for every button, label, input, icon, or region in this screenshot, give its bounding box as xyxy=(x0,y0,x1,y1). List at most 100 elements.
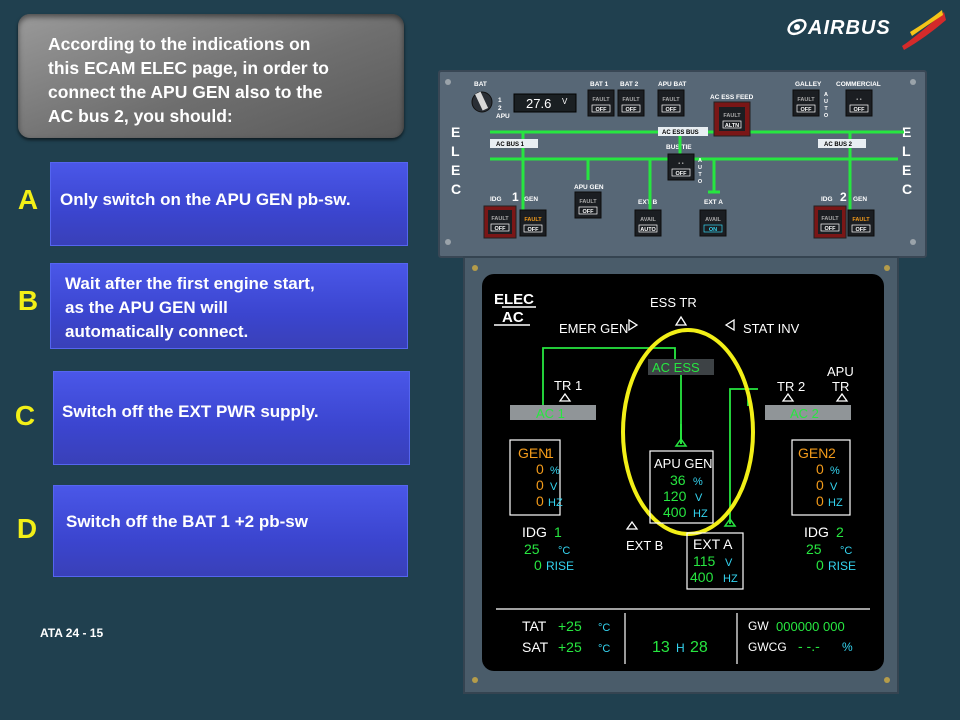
svg-text:OFF: OFF xyxy=(495,226,507,232)
answer-letter-d: D xyxy=(16,513,38,544)
bat-sel-2: 2 xyxy=(498,105,502,112)
panel-side-letter: L xyxy=(451,143,460,159)
answer-c-text: Switch off the EXT PWR supply. xyxy=(62,402,319,421)
gen1-label: GEN xyxy=(524,196,538,203)
gen2-pushbutton[interactable]: FAULT OFF xyxy=(847,209,875,237)
ext-a-label: EXT A xyxy=(704,199,723,206)
answer-a-button[interactable]: Only switch on the APU GEN pb-sw. xyxy=(50,162,408,246)
answer-c-button[interactable]: Switch off the EXT PWR supply. xyxy=(53,371,410,465)
question-line: AC bus 2, you should: xyxy=(48,106,233,126)
question-box: According to the indications on this ECA… xyxy=(18,14,404,138)
panel-side-letter: E xyxy=(451,162,460,178)
svg-text:OFF: OFF xyxy=(666,107,678,113)
panel-side-letter: C xyxy=(902,181,912,197)
svg-text:FAULT: FAULT xyxy=(524,217,542,223)
svg-text:ALTN: ALTN xyxy=(725,123,739,129)
svg-text:U: U xyxy=(698,165,702,171)
svg-text:FAULT: FAULT xyxy=(662,97,680,103)
svg-text:FAULT: FAULT xyxy=(592,97,610,103)
idg2-pushbutton[interactable]: FAULT OFF xyxy=(813,205,847,239)
ext-a-pushbutton[interactable]: AVAIL ON xyxy=(699,209,727,237)
svg-text:OFF: OFF xyxy=(626,107,638,113)
brand-name: AIRBUS xyxy=(808,17,891,39)
galley-label: GALLEY xyxy=(795,81,822,88)
svg-text:ON: ON xyxy=(709,227,717,233)
gen1-pushbutton[interactable]: FAULT OFF xyxy=(519,209,547,237)
svg-text:T: T xyxy=(824,106,828,112)
ac-bus1-label: AC BUS 1 xyxy=(496,142,525,148)
eng2-number: 2 xyxy=(840,190,847,204)
question-line: this ECAM ELEC page, in order to xyxy=(48,58,329,78)
bat1-pushbutton[interactable]: FAULT OFF xyxy=(587,89,615,117)
panel-side-letter: E xyxy=(451,124,460,140)
svg-text:FAULT: FAULT xyxy=(852,217,870,223)
answer-letter-a: A xyxy=(17,184,39,215)
bat1-label: BAT 1 xyxy=(590,81,609,88)
question-text: According to the indications on this ECA… xyxy=(48,32,378,128)
svg-text:• •: • • xyxy=(856,97,861,103)
apu-gen-label: APU GEN xyxy=(574,184,604,191)
elec-panel-diagram: E L E C E L E C BAT 1 2 APU BAT 1 BAT 2 … xyxy=(445,79,916,245)
svg-text:OFF: OFF xyxy=(825,226,837,232)
question-line: According to the indications on xyxy=(48,34,311,54)
idg1-pushbutton[interactable]: FAULT OFF xyxy=(483,205,517,239)
svg-text:FAULT: FAULT xyxy=(622,97,640,103)
svg-text:AUTO: AUTO xyxy=(640,227,656,233)
svg-text:FAULT: FAULT xyxy=(723,113,741,119)
ext-b-pushbutton[interactable]: AVAIL AUTO xyxy=(634,209,662,237)
idg1-label: IDG xyxy=(490,196,502,203)
svg-text:• •: • • xyxy=(678,161,683,167)
svg-text:OFF: OFF xyxy=(528,227,540,233)
bus-tie-pushbutton[interactable]: • • OFF xyxy=(667,153,695,181)
ac-ess-feed-pushbutton[interactable]: FAULT ALTN xyxy=(713,101,751,137)
answer-a-text: Only switch on the APU GEN pb-sw. xyxy=(60,190,351,209)
svg-text:OFF: OFF xyxy=(583,209,595,215)
bat-sel-1: 1 xyxy=(498,97,502,104)
panel-side-letter: E xyxy=(902,162,911,178)
galley-pushbutton[interactable]: FAULT OFF xyxy=(792,89,820,117)
question-line: connect the APU GEN also to the xyxy=(48,82,323,102)
gen2-label: GEN xyxy=(853,196,867,203)
svg-text:OFF: OFF xyxy=(676,171,688,177)
answer-d-text: Switch off the BAT 1 +2 pb-sw xyxy=(66,512,308,531)
commercial-pushbutton[interactable]: • • OFF xyxy=(845,89,873,117)
apu-bat-pushbutton[interactable]: FAULT OFF xyxy=(657,89,685,117)
svg-text:O: O xyxy=(824,113,829,119)
ac-bus2-label: AC BUS 2 xyxy=(824,142,853,148)
svg-text:FAULT: FAULT xyxy=(797,97,815,103)
ac-ess-bus-label: AC ESS BUS xyxy=(662,130,699,136)
svg-text:OFF: OFF xyxy=(856,227,868,233)
svg-text:OFF: OFF xyxy=(801,107,813,113)
ata-reference: ATA 24 - 15 xyxy=(40,626,104,640)
ac-ess-feed-label: AC ESS FEED xyxy=(710,94,754,101)
bus-tie-auto-label: A xyxy=(698,158,702,164)
answer-letter-c: C xyxy=(14,400,36,431)
svg-text:AVAIL: AVAIL xyxy=(705,217,721,223)
svg-text:FAULT: FAULT xyxy=(491,216,509,222)
svg-text:OFF: OFF xyxy=(596,107,608,113)
galley-auto-label: A xyxy=(824,92,828,98)
airbus-logo-icon xyxy=(787,18,807,36)
answer-d-button[interactable]: Switch off the BAT 1 +2 pb-sw xyxy=(53,485,408,577)
answer-b-button[interactable]: Wait after the first engine start, as th… xyxy=(50,263,408,349)
bat-voltage-value: 27.6 xyxy=(526,96,551,111)
apu-bat-label: APU BAT xyxy=(658,81,686,88)
panel-side-letter: C xyxy=(451,181,461,197)
svg-text:FAULT: FAULT xyxy=(821,216,839,222)
bat2-label: BAT 2 xyxy=(620,81,639,88)
answer-b-line: as the APU GEN will xyxy=(65,298,228,317)
iberia-logo-icon xyxy=(902,10,946,50)
svg-text:T: T xyxy=(698,172,702,178)
svg-text:U: U xyxy=(824,99,828,105)
svg-text:O: O xyxy=(698,179,703,185)
bat-label: BAT xyxy=(474,81,487,88)
svg-text:AVAIL: AVAIL xyxy=(640,217,656,223)
ext-b-label: EXT B xyxy=(638,199,657,206)
commercial-label: COMMERCIAL xyxy=(836,81,881,88)
svg-text:FAULT: FAULT xyxy=(579,199,597,205)
bat2-pushbutton[interactable]: FAULT OFF xyxy=(617,89,645,117)
idg2-label: IDG xyxy=(821,196,833,203)
bat-sel-apu: APU xyxy=(496,113,510,120)
ecam-frame-screws xyxy=(472,265,890,683)
apu-gen-pushbutton[interactable]: FAULT OFF xyxy=(574,191,602,219)
